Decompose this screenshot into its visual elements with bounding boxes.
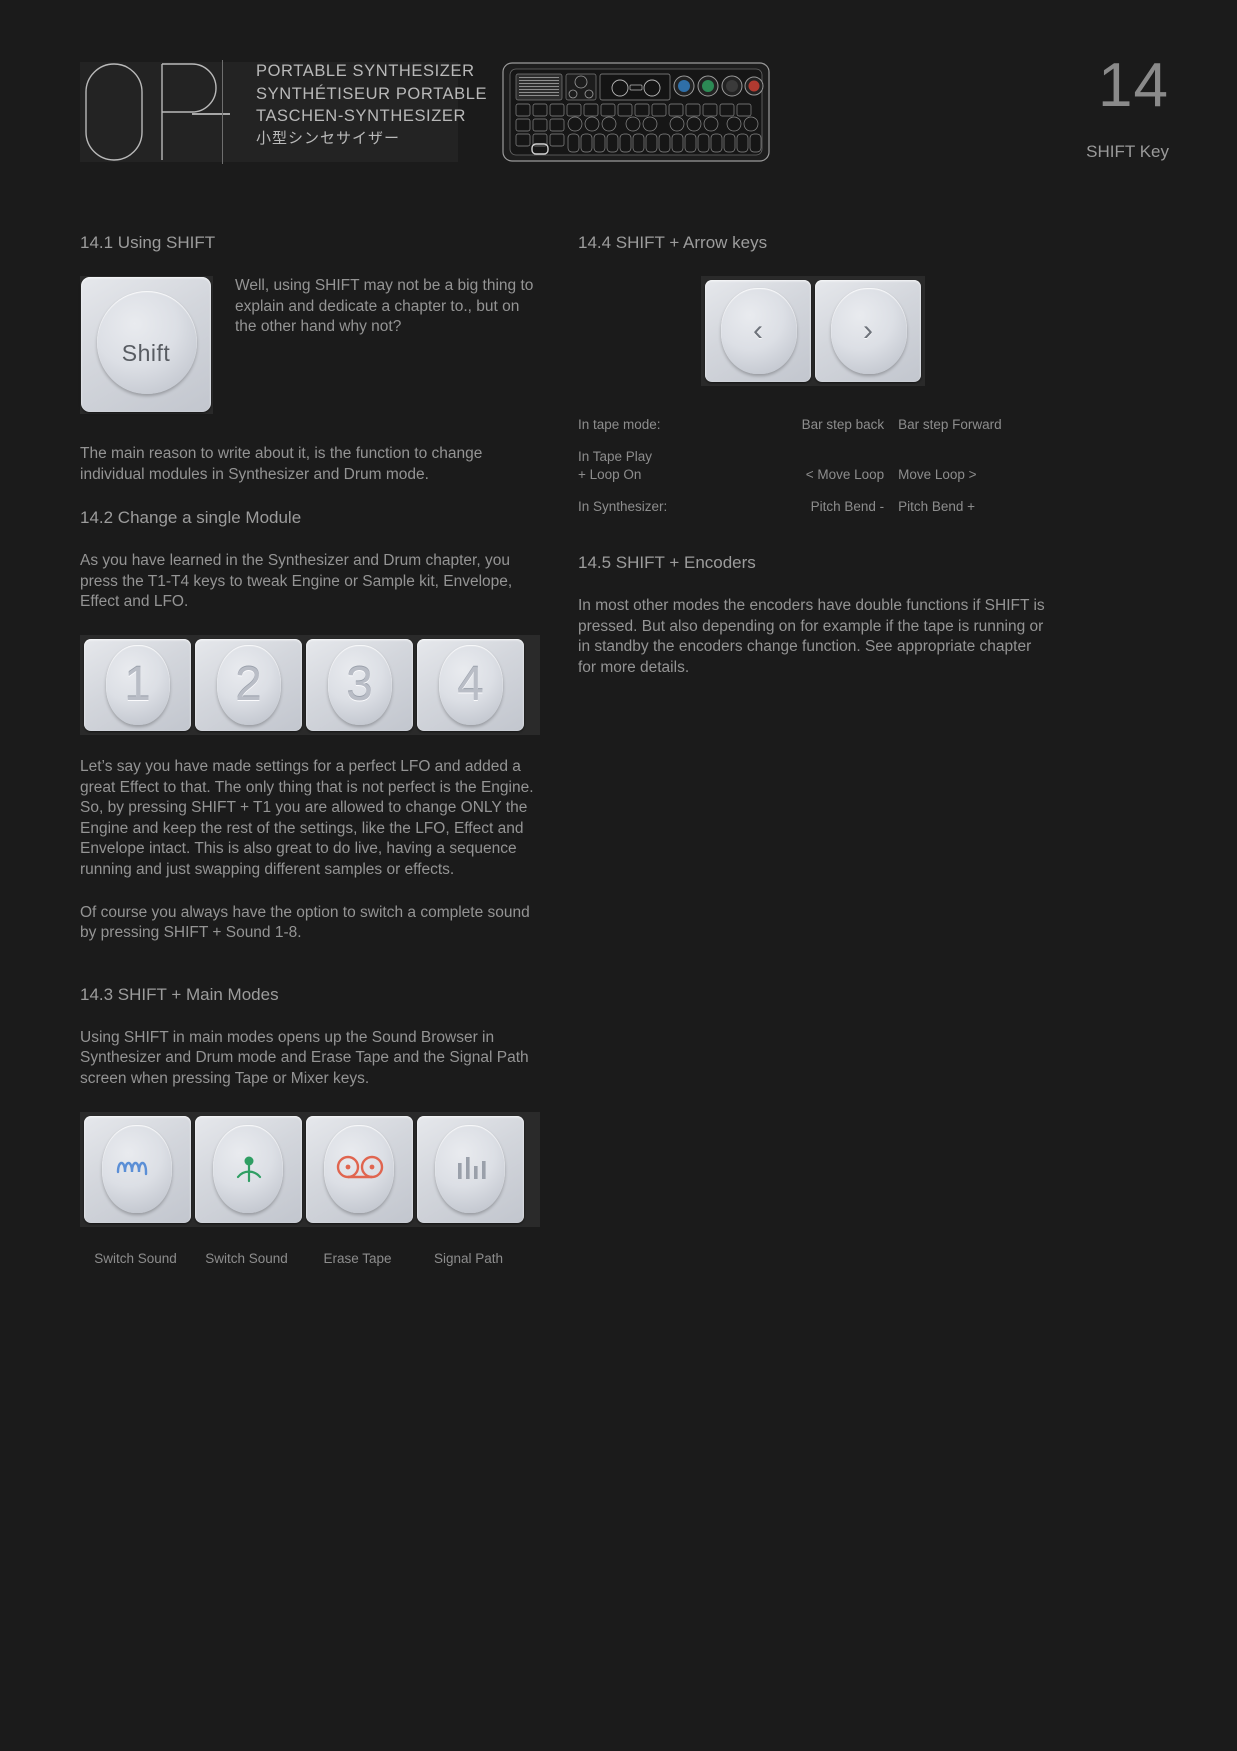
mode-key-drum[interactable] [195, 1115, 302, 1223]
table-cell-left: Pitch Bend - [810, 499, 885, 514]
number-key-3[interactable]: 3 [306, 638, 413, 731]
shift-key-label: Shift [121, 340, 171, 366]
section-14-4-title: 14.4 SHIFT + Arrow keys [578, 233, 768, 252]
table-cell-mode: In tape mode: [578, 417, 661, 432]
table-row: In Synthesizer: Pitch Bend - Pitch Bend … [578, 498, 1048, 530]
section-14-2-paragraph-1: As you have learned in the Synthesizer a… [80, 552, 513, 611]
table-cell-left: Bar step back [801, 417, 885, 432]
section-14-1-intro: Well, using SHIFT may not be a big thing… [235, 277, 534, 336]
logo-tagline-en: PORTABLE SYNTHESIZER [256, 62, 475, 80]
logo-tagline-de: TASCHEN-SYNTHESIZER [256, 107, 467, 125]
shift-key[interactable]: Shift [81, 277, 211, 412]
chapter-number: 14 [1098, 51, 1169, 120]
op-wordmark-icon [85, 63, 230, 161]
section-14-3-paragraph: Using SHIFT in main modes opens up the S… [80, 1028, 529, 1087]
logo-taglines: PORTABLE SYNTHESIZER SYNTHÉTISEUR PORTAB… [256, 60, 488, 150]
mode-label-tape: Erase Tape [323, 1250, 392, 1266]
section-14-2-paragraph-3: Of course you always have the option to … [80, 903, 530, 942]
tape-reels-icon [334, 1153, 386, 1186]
section-14-5-paragraph: In most other modes the encoders have do… [578, 597, 1045, 676]
section-14-3-title: 14.3 SHIFT + Main Modes [80, 984, 279, 1004]
number-key-4[interactable]: 4 [417, 638, 524, 731]
arrow-keys-image: ‹ › [701, 276, 925, 386]
table-cell-right: Move Loop > [898, 467, 977, 482]
left-column: 14.1 Using SHIFT Shift Well, using SHIFT… [80, 232, 540, 1266]
mode-key-tape[interactable] [306, 1115, 413, 1223]
chevron-right-icon: › [863, 314, 873, 347]
synth-wave-icon [115, 1154, 161, 1185]
section-14-5-title: 14.5 SHIFT + Encoders [578, 553, 756, 572]
logo-tagline-fr: SYNTHÉTISEUR PORTABLE [256, 84, 488, 103]
number-key-2[interactable]: 2 [195, 638, 302, 731]
number-key-3-label: 3 [346, 657, 373, 711]
arrow-keys-table: In tape mode: Bar step back Bar step For… [578, 416, 1048, 530]
table-row: In tape mode: Bar step back Bar step For… [578, 416, 1048, 448]
op1-logo-mark [80, 62, 250, 162]
chevron-left-icon: ‹ [753, 314, 763, 347]
section-14-1-paragraph: The main reason to write about it, is th… [80, 445, 483, 483]
section-14-2-title: 14.2 Change a single Module [80, 508, 302, 528]
number-key-4-label: 4 [457, 657, 484, 711]
number-keys-image: 1 2 3 4 [80, 634, 540, 735]
op1-device-icon [502, 62, 770, 162]
mode-key-synth[interactable] [84, 1115, 191, 1223]
logo-divider [222, 60, 223, 164]
number-key-1-label: 1 [124, 657, 151, 711]
arrow-key-left[interactable]: ‹ [705, 280, 811, 382]
table-cell-mode: In Synthesizer: [578, 499, 668, 514]
mode-keys-labels: Switch Sound Switch Sound Erase Tape Sig… [80, 1251, 540, 1266]
section-14-2-paragraph-2: Let’s say you have made settings for a p… [80, 757, 534, 878]
number-key-1[interactable]: 1 [84, 638, 191, 731]
mode-label-mixer: Signal Path [433, 1250, 504, 1266]
mode-label-synth: Switch Sound [94, 1250, 177, 1266]
page-header: PORTABLE SYNTHESIZER SYNTHÉTISEUR PORTAB… [0, 0, 1237, 200]
shift-key-image: Shift [80, 276, 213, 414]
table-row: In Tape Play + Loop On < Move Loop Move … [578, 448, 1048, 498]
table-cell-right: Bar step Forward [898, 417, 1002, 432]
op1-device-illustration [502, 62, 770, 162]
table-cell-mode: In Tape Play + Loop On [578, 449, 653, 482]
section-14-1-title: 14.1 Using SHIFT [80, 233, 216, 252]
mode-key-mixer[interactable] [417, 1115, 524, 1223]
mode-label-drum: Switch Sound [205, 1250, 288, 1266]
number-key-2-label: 2 [235, 657, 262, 711]
arrow-key-right[interactable]: › [815, 280, 921, 382]
table-cell-right: Pitch Bend + [898, 499, 976, 514]
mixer-bars-icon [454, 1153, 488, 1186]
chapter-name: SHIFT Key [1086, 142, 1169, 161]
logo-tagline-jp: 小型シンセサイザー [256, 129, 401, 147]
table-cell-left: < Move Loop [805, 467, 885, 482]
drum-antenna-icon [229, 1149, 269, 1190]
mode-keys-image [80, 1111, 540, 1227]
right-column: 14.4 SHIFT + Arrow keys ‹ › In tape mode… [578, 232, 1048, 678]
